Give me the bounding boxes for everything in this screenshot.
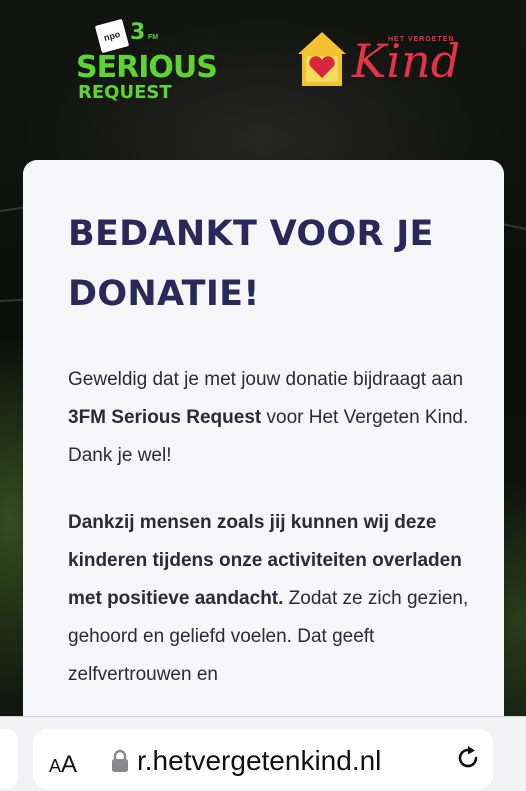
het-vergeten-kind-logo[interactable]: Kind HET VERGETEN — [296, 30, 466, 94]
aa-large-letter: A — [61, 751, 78, 778]
serious-wordmark: SERIOUS — [76, 50, 218, 85]
intro-text-start: Geweldig dat je met jouw donatie bijdraa… — [68, 369, 464, 390]
intro-paragraph: Geweldig dat je met jouw donatie bijdraa… — [68, 361, 483, 475]
page-title: BEDANKT VOOR JE DONATIE! — [68, 214, 434, 314]
aa-small-letter: A — [49, 756, 62, 776]
browser-address-bar: AA r.hetvergetenkind.nl — [0, 716, 526, 791]
npo-badge: npo — [94, 18, 130, 54]
reload-icon[interactable] — [453, 743, 483, 773]
three-fm-suffix: FM — [148, 34, 159, 41]
three-fm-number: 3 — [130, 20, 146, 45]
reader-text-size-button[interactable]: AA — [49, 751, 77, 779]
request-wordmark: REQUEST — [78, 82, 172, 103]
house-heart-icon — [298, 32, 346, 86]
serious-request-logo[interactable]: npo 3 FM SERIOUS REQUEST — [74, 18, 218, 106]
url-field[interactable]: AA r.hetvergetenkind.nl — [33, 729, 493, 789]
impact-paragraph: Dankzij mensen zoals jij kunnen wij deze… — [68, 504, 483, 694]
lock-icon — [112, 749, 128, 772]
previous-tab-stub[interactable] — [0, 729, 18, 789]
thank-you-card: BEDANKT VOOR JE DONATIE! Geweldig dat je… — [23, 160, 504, 760]
intro-highlight: 3FM Serious Request — [68, 407, 262, 428]
url-text: r.hetvergetenkind.nl — [137, 745, 382, 776]
het-vergeten-wordmark: HET VERGETEN — [388, 36, 455, 43]
